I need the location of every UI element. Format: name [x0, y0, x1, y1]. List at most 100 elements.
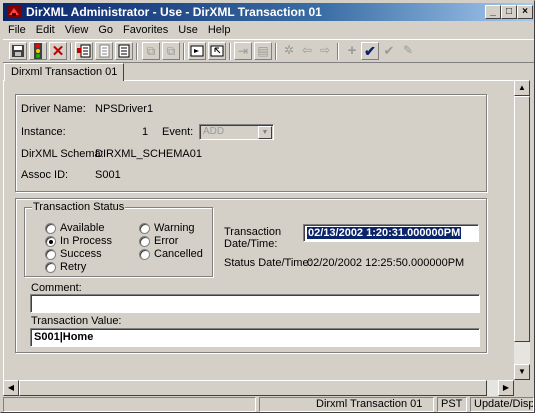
window-title: DirXML Administrator - Use - DirXML Tran…: [26, 5, 322, 19]
maximize-icon: □: [505, 6, 513, 17]
radio-success-circle[interactable]: [45, 249, 56, 260]
status-pane-timezone: PST: [437, 397, 467, 412]
radio-available-circle[interactable]: [45, 223, 56, 234]
scroll-down-button[interactable]: ▼: [514, 364, 530, 380]
horizontal-scrollbar[interactable]: ◀ ▶: [3, 380, 514, 396]
schema-label: DirXML Schema:: [21, 148, 104, 160]
transaction-value-input[interactable]: S001|Home: [30, 328, 480, 347]
check-button[interactable]: ✔: [361, 42, 379, 60]
goto-button[interactable]: [188, 42, 206, 60]
menu-go[interactable]: Go: [93, 21, 118, 39]
traffic-light-icon: [34, 43, 42, 59]
menu-favorites[interactable]: Favorites: [118, 21, 173, 39]
check-all-button[interactable]: ✔: [380, 42, 398, 60]
event-select[interactable]: ADD ▼: [199, 124, 274, 140]
scroll-left-button[interactable]: ◀: [3, 380, 19, 396]
maximize-button[interactable]: □: [501, 5, 517, 19]
scroll-right-button[interactable]: ▶: [498, 380, 514, 396]
tab-dirxml-transaction[interactable]: Dirxml Transaction 01: [4, 63, 125, 81]
status-bar: Dirxml Transaction 01 PST Update/Disp: [3, 396, 534, 412]
paste-button[interactable]: ⧉: [162, 42, 180, 60]
transaction-datetime-value: 02/13/2002 1:20:31.000000PM: [307, 227, 462, 239]
vertical-scroll-thumb[interactable]: [514, 96, 530, 342]
horizontal-scroll-thumb[interactable]: [19, 380, 487, 396]
close-button[interactable]: ×: [517, 5, 533, 19]
export-button[interactable]: ▤: [254, 42, 272, 60]
delete-icon: ✕: [51, 43, 65, 60]
export-icon: ▤: [257, 44, 269, 58]
driver-name-value: NPSDriver1: [95, 103, 154, 115]
record-button[interactable]: [95, 42, 113, 60]
app-icon[interactable]: [6, 4, 22, 20]
toolbar-separator: [275, 43, 277, 60]
menu-view[interactable]: View: [60, 21, 94, 39]
import-button[interactable]: ⇥: [234, 42, 252, 60]
radio-cancelled-label: Cancelled: [154, 248, 203, 260]
list-icon: [118, 44, 130, 58]
status-datetime-value: 02/20/2002 12:25:50.000000PM: [307, 257, 465, 269]
arrow-up-icon: ▲: [518, 83, 526, 92]
status-pane-object: Dirxml Transaction 01: [259, 397, 434, 412]
menu-help[interactable]: Help: [203, 21, 236, 39]
radio-available-label: Available: [60, 222, 105, 234]
scroll-up-button[interactable]: ▲: [514, 80, 530, 96]
radio-in-process-circle[interactable]: [45, 236, 56, 247]
content-area: Driver Name: NPSDriver1 Instance: 1 Even…: [3, 80, 514, 380]
transaction-datetime-label-line1: Transaction: [224, 226, 282, 238]
copy-button[interactable]: ⧉: [142, 42, 160, 60]
list-button[interactable]: [115, 42, 133, 60]
forward-button[interactable]: ⇨: [316, 42, 334, 60]
back-icon: ⇦: [301, 43, 313, 57]
radio-cancelled-circle[interactable]: [139, 249, 150, 260]
menu-file[interactable]: File: [3, 21, 31, 39]
schema-value: DIRXML_SCHEMA01: [95, 148, 202, 160]
status-pane-mode: Update/Disp: [470, 397, 534, 412]
save-button[interactable]: [9, 42, 27, 60]
toolbar: ✕ ⧉ ⧉ ⇥ ▤ ✲ ⇦ ⇨ + ✔ ✔ ✎: [3, 39, 534, 63]
arrow-right-icon: ▶: [502, 383, 510, 392]
toolbar-separator: [229, 43, 231, 60]
event-label: Event:: [162, 126, 194, 138]
arrow-left-icon: ◀: [7, 383, 15, 392]
radio-error-label: Error: [154, 235, 179, 247]
radio-retry-label: Retry: [60, 261, 87, 273]
assoc-id-value: S001: [95, 169, 121, 181]
import-icon: ⇥: [237, 44, 249, 58]
add-icon: +: [347, 42, 357, 59]
new-record-button[interactable]: [75, 42, 93, 60]
driver-info-group: [15, 94, 487, 192]
comment-input[interactable]: [30, 294, 480, 313]
forward-icon: ⇨: [319, 43, 331, 57]
toolbar-separator: [337, 43, 339, 60]
settings-button[interactable]: ✲: [280, 42, 298, 60]
radio-retry-circle[interactable]: [45, 262, 56, 273]
menu-bar: File Edit View Go Favorites Use Help: [3, 21, 534, 39]
goto-back-button[interactable]: [208, 42, 226, 60]
delete-button[interactable]: ✕: [49, 42, 67, 60]
menu-use[interactable]: Use: [173, 21, 203, 39]
toolbar-separator: [70, 43, 72, 60]
radio-warning-circle[interactable]: [139, 223, 150, 234]
radio-success-label: Success: [60, 248, 102, 260]
transaction-datetime-label-line2: Date/Time:: [224, 238, 278, 250]
minimize-icon: _: [490, 6, 496, 17]
chevron-down-icon[interactable]: ▼: [258, 126, 272, 139]
add-button[interactable]: +: [343, 42, 361, 60]
traffic-light-button[interactable]: [29, 42, 47, 60]
check-icon: ✔: [364, 43, 376, 59]
goto-icon: [190, 45, 204, 57]
application-window: DirXML Administrator - Use - DirXML Tran…: [0, 0, 535, 413]
radio-error-circle[interactable]: [139, 236, 150, 247]
edit-button[interactable]: ✎: [399, 42, 417, 60]
vertical-scrollbar[interactable]: ▲ ▼: [514, 80, 530, 380]
scrollbar-corner: [514, 380, 530, 396]
status-pane-main: [3, 397, 256, 412]
settings-icon: ✲: [283, 43, 295, 57]
title-bar[interactable]: DirXML Administrator - Use - DirXML Tran…: [3, 3, 534, 21]
radio-warning-label: Warning: [154, 222, 195, 234]
menu-edit[interactable]: Edit: [31, 21, 60, 39]
transaction-datetime-input[interactable]: 02/13/2002 1:20:31.000000PM: [303, 224, 479, 242]
close-icon: ×: [522, 6, 528, 17]
back-button[interactable]: ⇦: [298, 42, 316, 60]
minimize-button[interactable]: _: [485, 5, 501, 19]
